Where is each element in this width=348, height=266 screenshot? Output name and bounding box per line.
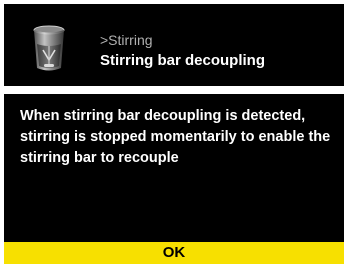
- message-text: When stirring bar decoupling is detected…: [20, 108, 331, 166]
- breadcrumb: >Stirring: [100, 32, 153, 48]
- ok-button[interactable]: OK: [4, 242, 344, 264]
- page-title: Stirring bar decoupling: [100, 52, 266, 69]
- message-panel: When stirring bar decoupling is detected…: [4, 94, 344, 242]
- ok-button-label: OK: [162, 244, 186, 261]
- device-screen: >Stirring Stirring bar decoupling When s…: [0, 0, 348, 266]
- beaker-icon: [33, 25, 65, 71]
- divider: [4, 86, 344, 94]
- screen-header: >Stirring Stirring bar decoupling: [4, 4, 344, 86]
